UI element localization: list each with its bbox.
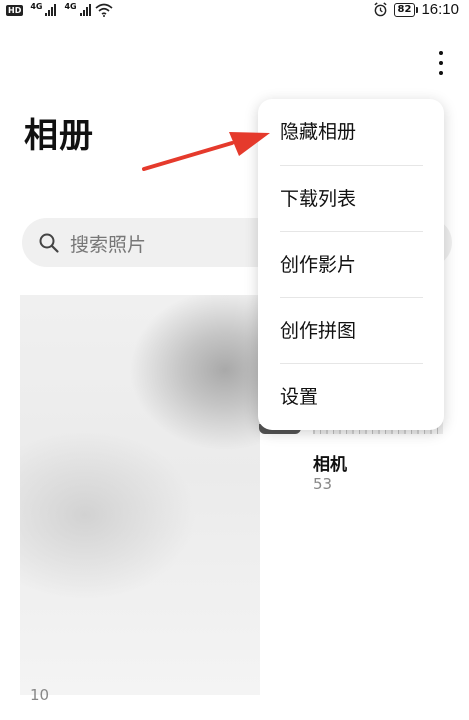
- status-bar: HD 4G 4G 82 16:10: [0, 0, 469, 22]
- battery-indicator: 82: [393, 2, 419, 17]
- clock: 16:10: [421, 1, 459, 18]
- search-placeholder: 搜索照片: [70, 234, 147, 256]
- more-options-button[interactable]: [432, 49, 450, 81]
- album-count: 10: [30, 686, 50, 704]
- search-icon: [39, 233, 59, 253]
- status-left: HD 4G 4G: [6, 1, 113, 17]
- options-menu: 隐藏相册 下载列表 创作影片 创作拼图 设置: [258, 99, 444, 430]
- network-label-1: 4G: [30, 1, 43, 11]
- network-label-2: 4G: [64, 1, 77, 11]
- more-vertical-icon: [439, 71, 443, 75]
- page-title: 相册: [24, 116, 94, 156]
- hd-badge: HD: [6, 4, 24, 16]
- more-vertical-icon: [439, 61, 443, 65]
- menu-item-hidden-albums[interactable]: 隐藏相册: [280, 99, 430, 165]
- signal-icon: [45, 4, 57, 16]
- wifi-icon: [95, 3, 113, 17]
- menu-item-create-movie[interactable]: 创作影片: [280, 232, 430, 298]
- status-right: 82 16:10: [373, 1, 459, 18]
- camera-album-count: 53: [313, 475, 333, 493]
- more-vertical-icon: [439, 51, 443, 55]
- menu-item-settings[interactable]: 设置: [280, 364, 430, 430]
- menu-item-create-collage[interactable]: 创作拼图: [280, 298, 430, 364]
- signal-icon: [79, 4, 91, 16]
- menu-item-download-list[interactable]: 下载列表: [280, 166, 430, 232]
- album-thumbnail[interactable]: [20, 295, 260, 695]
- alarm-icon: [373, 2, 387, 17]
- annotation-arrow-icon: [142, 132, 270, 171]
- camera-album-name[interactable]: 相机: [313, 450, 347, 475]
